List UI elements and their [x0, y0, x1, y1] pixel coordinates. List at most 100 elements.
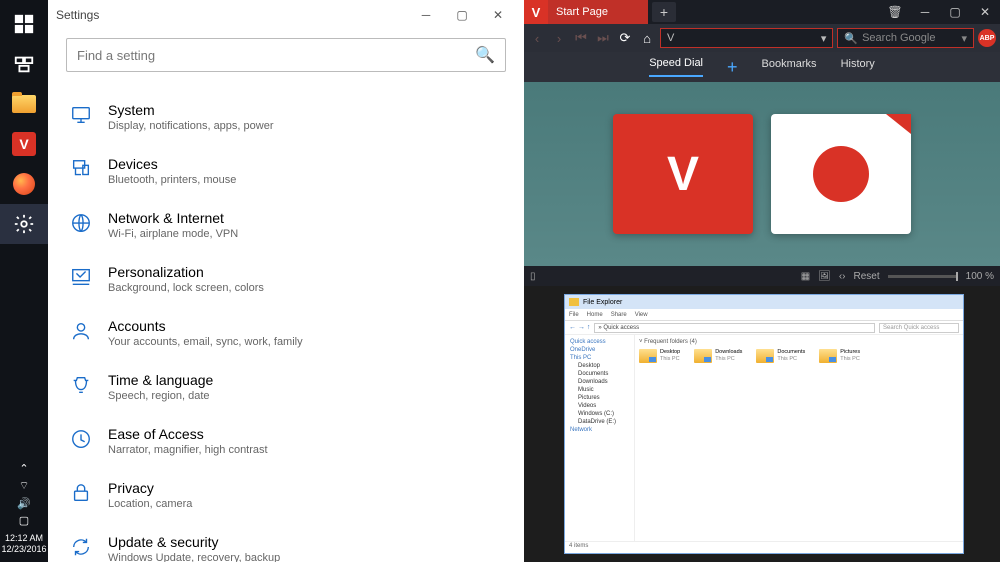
firefox-taskbar[interactable]: [0, 164, 48, 204]
explorer-content[interactable]: ˅ Frequent folders (4) DesktopThis PC Do…: [635, 335, 963, 541]
settings-item-update[interactable]: Update & securityWindows Update, recover…: [66, 522, 506, 562]
close-button[interactable]: ✕: [480, 0, 516, 30]
nav-item[interactable]: Pictures: [568, 394, 631, 402]
desktop[interactable]: V Start Page + 🗑 ─ ▢ ✕ ‹ › ⏮ ⏭ ⟳ ⌂ V▾ 🔍S…: [524, 0, 1000, 562]
chevron-up-icon[interactable]: ⌃: [19, 462, 28, 475]
minimize-button[interactable]: ─: [408, 0, 444, 30]
settings-search-input[interactable]: Find a setting 🔍: [66, 38, 506, 72]
fastforward-button[interactable]: ⏭: [594, 30, 612, 46]
maximize-button[interactable]: ▢: [444, 0, 480, 30]
tile-icon[interactable]: ▦: [801, 271, 810, 282]
code-icon[interactable]: ‹›: [839, 271, 846, 282]
nav-onedrive[interactable]: OneDrive: [568, 346, 631, 354]
folder-item[interactable]: PicturesThis PC: [819, 349, 860, 363]
explorer-address-bar[interactable]: » Quick access: [594, 323, 875, 333]
home-button[interactable]: ⌂: [638, 31, 656, 46]
folder-item[interactable]: DocumentsThis PC: [756, 349, 805, 363]
trash-icon[interactable]: 🗑: [880, 0, 910, 24]
explorer-ribbon: File Home Share View: [565, 309, 963, 321]
settings-item-network[interactable]: Network & InternetWi-Fi, airplane mode, …: [66, 198, 506, 252]
maximize-button[interactable]: ▢: [940, 0, 970, 24]
folder-item[interactable]: DownloadsThis PC: [694, 349, 742, 363]
nav-item[interactable]: Music: [568, 386, 631, 394]
update-icon: [68, 534, 94, 560]
start-button[interactable]: [0, 4, 48, 44]
chevron-down-icon[interactable]: ▾: [821, 32, 827, 45]
privacy-icon: [68, 480, 94, 506]
settings-item-ease[interactable]: Ease of AccessNarrator, magnifier, high …: [66, 414, 506, 468]
zoom-reset-button[interactable]: Reset: [854, 271, 880, 282]
nav-item[interactable]: Videos: [568, 402, 631, 410]
zoom-level: 100 %: [966, 271, 994, 282]
chevron-down-icon[interactable]: ▾: [961, 32, 967, 45]
nav-back-button[interactable]: ← → ↑: [569, 324, 590, 331]
nav-quick-access[interactable]: Quick access: [568, 338, 631, 346]
system-tray[interactable]: ⌃ ⌔ 🔊 ▢: [17, 462, 31, 527]
explorer-titlebar[interactable]: File Explorer: [565, 295, 963, 309]
speed-dial-tile[interactable]: V: [613, 114, 753, 234]
settings-item-personalization[interactable]: PersonalizationBackground, lock screen, …: [66, 252, 506, 306]
action-center-icon[interactable]: ▢: [19, 514, 29, 527]
ribbon-home[interactable]: Home: [587, 312, 603, 318]
volume-icon[interactable]: 🔊: [17, 497, 31, 510]
ribbon-share[interactable]: Share: [611, 312, 627, 318]
network-icon: [68, 210, 94, 236]
image-icon[interactable]: 🖼: [818, 271, 831, 282]
nav-item[interactable]: Downloads: [568, 378, 631, 386]
back-button[interactable]: ‹: [528, 31, 546, 46]
tab-history[interactable]: History: [841, 58, 875, 76]
reload-button[interactable]: ⟳: [616, 30, 634, 46]
vivaldi-taskbar[interactable]: V: [0, 124, 48, 164]
nav-this-pc[interactable]: This PC: [568, 354, 631, 362]
nav-item[interactable]: Documents: [568, 370, 631, 378]
vivaldi-logo[interactable]: V: [524, 0, 548, 24]
folder-item[interactable]: DesktopThis PC: [639, 349, 680, 363]
file-explorer-taskbar[interactable]: [0, 84, 48, 124]
ribbon-view[interactable]: View: [635, 312, 648, 318]
tab-speed-dial[interactable]: Speed Dial: [649, 57, 703, 77]
search-icon: 🔍: [844, 32, 858, 45]
new-tab-button[interactable]: +: [652, 2, 676, 22]
settings-item-devices[interactable]: DevicesBluetooth, printers, mouse: [66, 144, 506, 198]
devices-icon: [68, 156, 94, 182]
taskbar: V ⌃ ⌔ 🔊 ▢ 12:12 AM 12/23/2016: [0, 0, 48, 562]
explorer-statusbar: 4 items: [565, 541, 963, 553]
forward-button[interactable]: ›: [550, 31, 568, 46]
settings-item-time[interactable]: Time & languageSpeech, region, date: [66, 360, 506, 414]
explorer-nav-pane[interactable]: Quick access OneDrive This PC Desktop Do…: [565, 335, 635, 541]
nav-item[interactable]: Windows (C:): [568, 410, 631, 418]
explorer-search-input[interactable]: Search Quick access: [879, 323, 959, 333]
wifi-icon[interactable]: ⌔: [19, 479, 29, 493]
settings-window: Settings ─ ▢ ✕ Find a setting 🔍 SystemDi…: [48, 0, 524, 562]
browser-tab[interactable]: Start Page: [548, 0, 648, 24]
rewind-button[interactable]: ⏮: [572, 30, 590, 46]
ribbon-file[interactable]: File: [569, 312, 579, 318]
nav-network[interactable]: Network: [568, 426, 631, 434]
settings-item-system[interactable]: SystemDisplay, notifications, apps, powe…: [66, 90, 506, 144]
settings-item-privacy[interactable]: PrivacyLocation, camera: [66, 468, 506, 522]
personalization-icon: [68, 264, 94, 290]
nav-item[interactable]: DataDrive (E:): [568, 418, 631, 426]
settings-taskbar[interactable]: [0, 204, 48, 244]
clock-date: 12/23/2016: [1, 544, 46, 556]
file-explorer-window[interactable]: File Explorer File Home Share View ← → ↑…: [564, 294, 964, 554]
add-speed-dial-button[interactable]: +: [727, 57, 738, 78]
address-bar[interactable]: V▾: [660, 28, 833, 48]
search-bar[interactable]: 🔍Search Google▾: [837, 28, 974, 48]
speed-dial-tile[interactable]: [771, 114, 911, 234]
panel-toggle-icon[interactable]: ▯: [530, 271, 536, 282]
close-button[interactable]: ✕: [970, 0, 1000, 24]
adblock-icon[interactable]: ABP: [978, 29, 996, 47]
time-icon: [68, 372, 94, 398]
settings-title: Settings: [56, 8, 408, 22]
task-view-button[interactable]: [0, 44, 48, 84]
zoom-slider[interactable]: [888, 275, 958, 278]
tab-bookmarks[interactable]: Bookmarks: [762, 58, 817, 76]
search-icon: 🔍: [475, 45, 495, 65]
minimize-button[interactable]: ─: [910, 0, 940, 24]
nav-item[interactable]: Desktop: [568, 362, 631, 370]
settings-item-accounts[interactable]: AccountsYour accounts, email, sync, work…: [66, 306, 506, 360]
clock-time: 12:12 AM: [1, 533, 46, 545]
settings-titlebar[interactable]: Settings ─ ▢ ✕: [48, 0, 524, 30]
taskbar-clock[interactable]: 12:12 AM 12/23/2016: [1, 533, 46, 556]
